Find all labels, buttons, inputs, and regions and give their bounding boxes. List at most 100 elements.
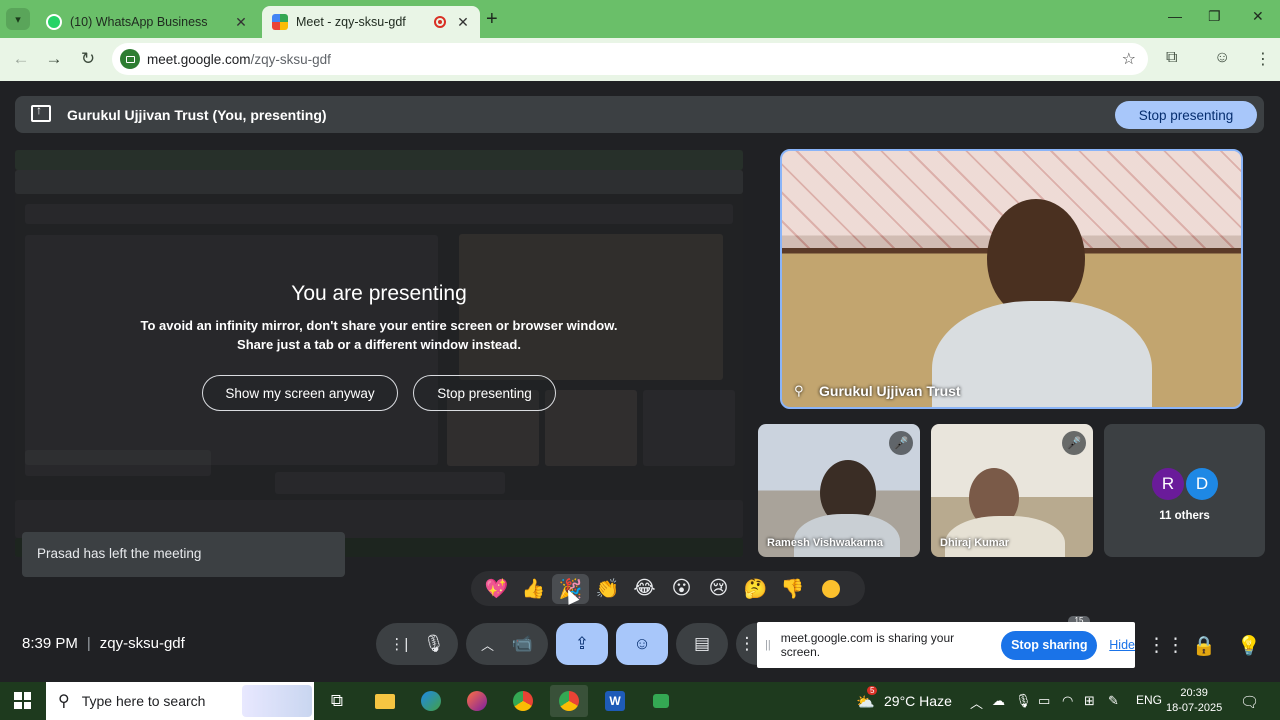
search-placeholder: Type here to search — [81, 693, 206, 709]
thumbs-down-reaction[interactable]: 👎 — [774, 574, 811, 604]
stop-presenting-preview-button[interactable]: Stop presenting — [413, 375, 556, 411]
chevron-up-icon[interactable]: ︿ — [481, 635, 494, 654]
display-icon[interactable]: ⊞ — [1084, 693, 1095, 709]
infinity-mirror-warning: To avoid an infinity mirror, don't share… — [140, 318, 618, 333]
audio-settings-icon[interactable]: ⋮| — [389, 635, 408, 653]
stop-sharing-button[interactable]: Stop sharing — [1001, 630, 1098, 660]
tab-whatsapp[interactable]: (10) WhatsApp Business ✕ — [36, 6, 258, 38]
reactions-button[interactable]: ☺ — [616, 623, 668, 665]
language-indicator[interactable]: ENG — [1136, 693, 1162, 707]
file-explorer-icon[interactable] — [366, 685, 404, 717]
clock-time: 20:39 — [1180, 687, 1208, 699]
chrome-icon[interactable] — [504, 685, 542, 717]
mic-control-group: ⋮| 🎙 — [376, 623, 458, 665]
meeting-time: 8:39 PM — [22, 635, 78, 652]
clapping-reaction[interactable]: 👏 — [589, 574, 626, 604]
thinking-reaction[interactable]: 🤔 — [737, 574, 774, 604]
participant-tile[interactable]: 🎤 Dhiraj Kumar — [931, 424, 1093, 557]
notifications-icon[interactable]: 🗨 — [1240, 693, 1259, 711]
onedrive-icon[interactable]: ☁ — [992, 693, 1005, 709]
task-view-icon[interactable]: ⧉ — [318, 685, 356, 717]
windows-taskbar: ⚲ Type here to search ⧉ W ⛅ 5 29°C Haze … — [0, 682, 1280, 720]
tab-title: Meet - zqy-sksu-gdf — [296, 15, 406, 29]
bookmark-star-icon[interactable]: ☆ — [1122, 49, 1136, 69]
stop-presenting-button[interactable]: Stop presenting — [1115, 101, 1257, 129]
sparkling-heart-reaction[interactable]: 💖 — [478, 574, 515, 604]
mic-off-icon: 🎤 — [1062, 431, 1086, 455]
weather-icon[interactable]: ⛅ — [856, 693, 875, 711]
weather-text[interactable]: 29°C Haze — [884, 693, 952, 709]
firefox-icon[interactable] — [458, 685, 496, 717]
whatsapp-icon — [46, 14, 62, 30]
microphone-tray-icon[interactable]: 🎙 — [1015, 693, 1032, 709]
captions-button[interactable]: ▤ — [676, 623, 728, 665]
tab-search-button[interactable]: ▾ — [6, 8, 30, 30]
meet-app-icon[interactable] — [642, 685, 680, 717]
thumbs-up-reaction[interactable]: 👍 — [515, 574, 552, 604]
meet-app: Gurukul Ujjivan Trust (You, presenting) … — [0, 81, 1280, 682]
infinity-mirror-hint: Share just a tab or a different window i… — [237, 337, 521, 352]
tab-meet[interactable]: Meet - zqy-sksu-gdf ✕ — [262, 6, 480, 38]
minimize-icon[interactable]: — — [1168, 8, 1182, 24]
drag-handle-icon[interactable]: || — [765, 639, 771, 651]
pin-icon[interactable]: ⚲ — [794, 383, 804, 399]
others-tile[interactable]: R D 11 others — [1104, 424, 1265, 557]
taskbar-search[interactable]: ⚲ Type here to search — [46, 682, 314, 720]
profile-avatar[interactable]: ☺ — [1214, 49, 1230, 67]
clock[interactable]: 20:39 18-07-2025 — [1166, 686, 1222, 716]
host-controls-icon[interactable]: 🔒 — [1192, 634, 1216, 658]
preview-overlay — [15, 150, 743, 557]
apps-grid-icon[interactable]: ⋮⋮ — [1147, 634, 1185, 657]
hide-sharing-bar-link[interactable]: Hide — [1109, 638, 1135, 652]
crying-reaction[interactable]: 😢 — [700, 574, 737, 604]
avatar: D — [1186, 468, 1218, 500]
captions-icon: ▤ — [693, 634, 711, 653]
presenting-bar: Gurukul Ujjivan Trust (You, presenting) … — [15, 96, 1264, 133]
present-screen-icon — [31, 103, 51, 122]
participant-tile[interactable]: 🎤 Ramesh Vishwakarma — [758, 424, 920, 557]
url-host: meet.google.com — [147, 51, 251, 67]
skin-tone-selector[interactable] — [822, 579, 840, 598]
close-tab-icon[interactable]: ✕ — [234, 14, 248, 31]
word-icon[interactable]: W — [596, 685, 634, 717]
camera-icon[interactable]: 📹 — [512, 634, 533, 654]
wifi-icon[interactable]: ◠ — [1062, 693, 1073, 709]
forward-icon[interactable]: → — [43, 49, 65, 69]
weather-badge: 5 — [867, 686, 878, 695]
extensions-icon[interactable]: ⧉ — [1166, 49, 1177, 67]
present-icon: ⇪ — [574, 634, 590, 653]
restore-icon[interactable]: ❐ — [1208, 8, 1221, 25]
show-screen-anyway-button[interactable]: Show my screen anyway — [202, 375, 398, 411]
chrome-active-icon[interactable] — [550, 685, 588, 717]
presenting-heading: You are presenting — [291, 282, 467, 305]
screen-sharing-bar: || meet.google.com is sharing your scree… — [757, 622, 1135, 668]
url-path: /zqy-sksu-gdf — [250, 51, 331, 67]
laughing-reaction[interactable]: 😂 — [626, 574, 663, 604]
search-icon: ⚲ — [58, 693, 70, 710]
pen-icon[interactable]: ✎ — [1108, 693, 1119, 709]
presenting-title: Gurukul Ujjivan Trust (You, presenting) — [67, 107, 327, 123]
new-tab-button[interactable]: + — [486, 8, 498, 31]
participant-left-toast: Prasad has left the meeting — [22, 532, 345, 577]
others-count-label: 11 others — [1159, 510, 1210, 522]
present-screen-button[interactable]: ⇪ — [556, 623, 608, 665]
edge-icon[interactable] — [412, 685, 450, 717]
address-bar[interactable]: meet.google.com/zqy-sksu-gdf ☆ — [112, 43, 1148, 75]
reload-icon[interactable]: ↻ — [77, 49, 99, 69]
microphone-icon[interactable]: 🎙 — [423, 634, 445, 654]
reactions-bar: 💖 👍 🎉 👏 😂 😮 😢 🤔 👎 — [471, 571, 865, 606]
back-icon[interactable]: ← — [10, 49, 32, 69]
main-participant-tile[interactable]: ⚲ Gurukul Ujjivan Trust — [780, 149, 1243, 409]
close-window-icon[interactable]: ✕ — [1252, 8, 1264, 25]
site-info-icon[interactable] — [120, 49, 140, 69]
surprised-reaction[interactable]: 😮 — [663, 574, 700, 604]
close-tab-icon[interactable]: ✕ — [456, 14, 470, 31]
chevron-up-icon[interactable]: ︿ — [970, 693, 983, 712]
more-options-button[interactable]: ⋮ — [736, 623, 758, 665]
menu-icon[interactable]: ⋮ — [1255, 49, 1271, 69]
meeting-info: 8:39 PM | zqy-sksu-gdf — [22, 635, 185, 652]
lightbulb-icon[interactable]: 💡 — [1237, 634, 1261, 658]
more-icon: ⋮ — [738, 634, 756, 653]
battery-icon[interactable]: ▭ — [1038, 693, 1050, 709]
windows-start-icon[interactable] — [14, 692, 31, 709]
